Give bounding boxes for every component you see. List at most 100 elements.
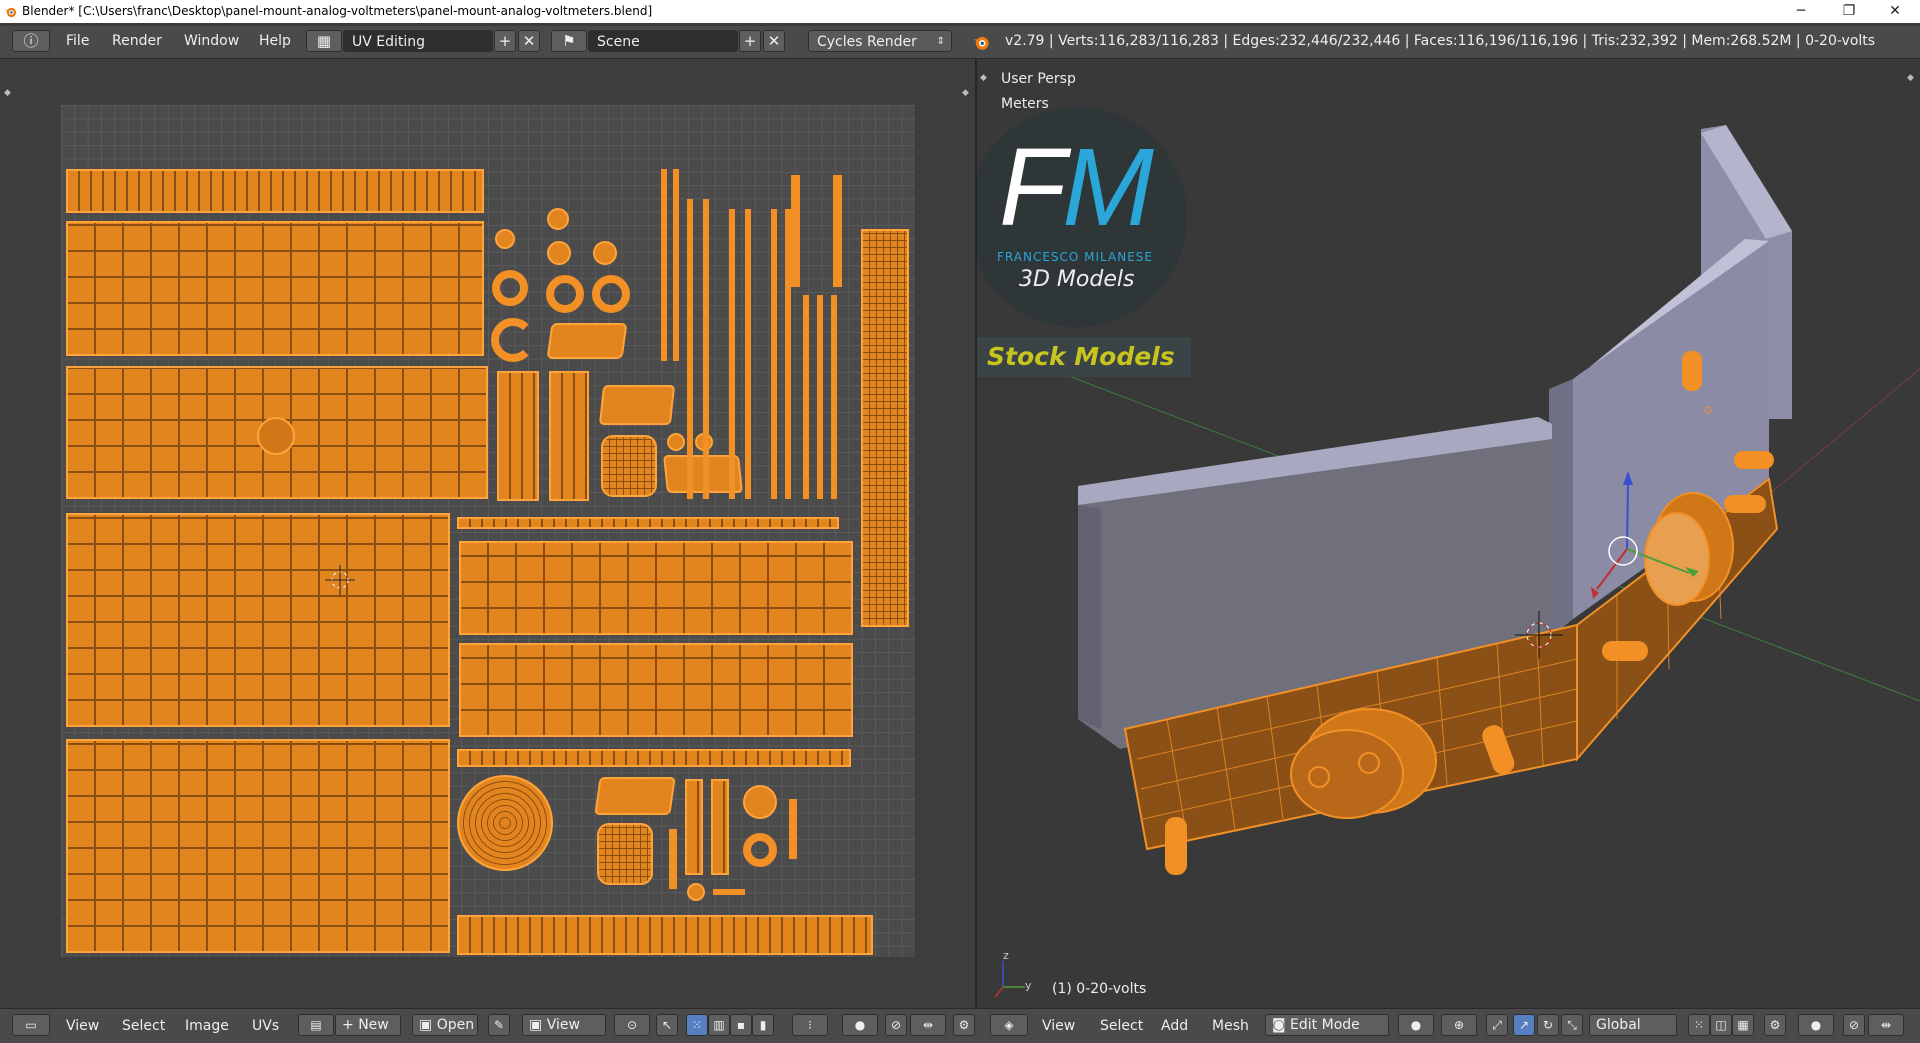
- sticky-mode-dropdown[interactable]: ⁝: [792, 1014, 828, 1036]
- scene-icon: ⚑: [562, 32, 576, 50]
- uv-island: [457, 749, 851, 767]
- new-label: New: [358, 1017, 389, 1033]
- new-image-button[interactable]: + New: [335, 1014, 401, 1036]
- info-header: ⓘ File Render Window Help ▦ UV Editing +…: [0, 26, 1920, 59]
- orientation-dropdown[interactable]: Global: [1589, 1014, 1677, 1036]
- uv-island-circle: [743, 785, 777, 819]
- snap-element-dropdown[interactable]: ⇹: [1868, 1014, 1904, 1036]
- mode-dropdown[interactable]: ◙ Edit Mode: [1265, 1014, 1389, 1036]
- vertex-select-icon: ⁙: [691, 1018, 703, 1032]
- uv-settings-button[interactable]: ⚙: [953, 1014, 975, 1036]
- maximize-button[interactable]: ❐: [1826, 0, 1872, 23]
- uv-island: [549, 371, 589, 501]
- edge-select-button[interactable]: ▥: [708, 1014, 730, 1036]
- screen-layout-browse-button[interactable]: ▦: [306, 30, 342, 52]
- uv-island: [497, 371, 539, 501]
- uv-image-editor[interactable]: ◆ ◆: [0, 59, 977, 1007]
- image-icon: ▤: [310, 1018, 322, 1032]
- uv-menu-image[interactable]: Image: [185, 1018, 229, 1034]
- menu-help[interactable]: Help: [259, 33, 291, 49]
- island-select-button[interactable]: ▮: [752, 1014, 774, 1036]
- uv-2d-cursor-icon[interactable]: [325, 565, 355, 595]
- translate-manipulator-button[interactable]: ↗: [1513, 1014, 1535, 1036]
- render-engine-dropdown[interactable]: Cycles Render ⇕: [808, 30, 952, 52]
- scene-name: Scene: [597, 34, 640, 50]
- uv-canvas[interactable]: [61, 105, 915, 957]
- snap-target-dropdown[interactable]: ⇹: [910, 1014, 946, 1036]
- bottom-headers: ▭ View Select Image UVs ▤ + New ▣ Open ✎…: [0, 1008, 1920, 1043]
- shading-dropdown[interactable]: ●: [1398, 1014, 1434, 1036]
- snap-toggle-button[interactable]: ⊘: [885, 1014, 907, 1036]
- uv-menu-uvs[interactable]: UVs: [252, 1018, 279, 1034]
- add-scene-button[interactable]: +: [739, 30, 761, 52]
- editor-type-3dview-button[interactable]: ◈: [990, 1014, 1028, 1036]
- edge-select-icon: ◫: [1715, 1018, 1727, 1032]
- editor-type-image-button[interactable]: ▭: [12, 1014, 50, 1036]
- occlude-icon: ⚙: [1769, 1018, 1781, 1032]
- region-expand-icon[interactable]: ◆: [4, 88, 11, 98]
- sync-selection-button[interactable]: ↖: [656, 1014, 678, 1036]
- vertex-select-mode-button[interactable]: ⁙: [1688, 1014, 1710, 1036]
- pin-icon-button[interactable]: ✎: [488, 1014, 510, 1036]
- menu-render[interactable]: Render: [112, 33, 162, 49]
- snap-3d-toggle-button[interactable]: ⊘: [1843, 1014, 1865, 1036]
- scene-field[interactable]: Scene: [588, 30, 738, 52]
- uv-island-bar: [771, 209, 777, 499]
- scene-browse-button[interactable]: ⚑: [551, 30, 587, 52]
- limit-selection-visible-button[interactable]: ⚙: [1764, 1014, 1786, 1036]
- image-editor-icon: ▭: [25, 1018, 37, 1032]
- view3d-menu-select[interactable]: Select: [1100, 1018, 1143, 1034]
- magnet-icon: ⊘: [1848, 1018, 1860, 1032]
- plus-icon: +: [743, 32, 757, 50]
- uv-menu-select[interactable]: Select: [122, 1018, 165, 1034]
- view-mode-dropdown[interactable]: ▣ View: [522, 1014, 606, 1036]
- uv-island: [459, 541, 853, 635]
- face-select-icon: ▦: [1737, 1018, 1749, 1032]
- uv-island-bar: [789, 799, 797, 859]
- uv-island-bar: [791, 175, 800, 287]
- edge-select-mode-button[interactable]: ◫: [1710, 1014, 1732, 1036]
- uv-island-circle: [547, 208, 569, 230]
- manipulator-toggle-button[interactable]: ⤢: [1486, 1014, 1508, 1036]
- vertex-select-button[interactable]: ⁙: [686, 1014, 708, 1036]
- logo-name: FRANCESCO MILANESE: [997, 250, 1153, 264]
- uv-island-bar: [673, 169, 679, 361]
- delete-scene-button[interactable]: ✕: [763, 30, 785, 52]
- rotate-manipulator-button[interactable]: ↻: [1537, 1014, 1559, 1036]
- menu-file[interactable]: File: [66, 33, 89, 49]
- editor-type-info-button[interactable]: ⓘ: [12, 30, 50, 52]
- logo-initials: FM: [999, 126, 1154, 249]
- screen-layout-field[interactable]: UV Editing: [343, 30, 493, 52]
- view3d-menu-mesh[interactable]: Mesh: [1212, 1018, 1249, 1034]
- close-window-button[interactable]: ✕: [1872, 0, 1918, 23]
- uv-menu-view[interactable]: View: [66, 1018, 99, 1034]
- pivot-icon: ⊙: [626, 1018, 638, 1032]
- 3d-viewport[interactable]: ◆ ◆ User Persp Meters y z FM FRANCESCO M…: [977, 59, 1920, 1007]
- uv-island-circle: [593, 241, 617, 265]
- pivot-dropdown[interactable]: ⊙: [614, 1014, 650, 1036]
- uv-island-ring: [546, 275, 584, 313]
- delete-screen-button[interactable]: ✕: [518, 30, 540, 52]
- chevron-updown-icon: ⇕: [936, 36, 945, 47]
- image-browse-button[interactable]: ▤: [298, 1014, 334, 1036]
- view3d-menu-view[interactable]: View: [1042, 1018, 1075, 1034]
- proportional-edit-3d-dropdown[interactable]: ●: [1798, 1014, 1834, 1036]
- vertex-select-icon: ⁙: [1693, 1018, 1705, 1032]
- add-screen-button[interactable]: +: [494, 30, 516, 52]
- minimize-button[interactable]: ─: [1778, 0, 1824, 23]
- proportional-edit-dropdown[interactable]: ●: [842, 1014, 878, 1036]
- uv-island: [685, 779, 703, 875]
- x-icon: ✕: [767, 32, 781, 50]
- view3d-menu-add[interactable]: Add: [1161, 1018, 1188, 1034]
- magnet-icon: ⊘: [890, 1018, 902, 1032]
- face-select-mode-button[interactable]: ▦: [1732, 1014, 1754, 1036]
- uv-island-bar: [713, 889, 745, 895]
- pivot-point-dropdown[interactable]: ⊕: [1441, 1014, 1477, 1036]
- menu-window[interactable]: Window: [184, 33, 239, 49]
- uv-island: [457, 517, 839, 529]
- face-select-button[interactable]: ▪: [730, 1014, 752, 1036]
- scale-manipulator-button[interactable]: ⤡: [1561, 1014, 1583, 1036]
- region-expand-icon[interactable]: ◆: [962, 88, 969, 98]
- uv-island-ring: [491, 318, 535, 362]
- open-image-button[interactable]: ▣ Open: [412, 1014, 478, 1036]
